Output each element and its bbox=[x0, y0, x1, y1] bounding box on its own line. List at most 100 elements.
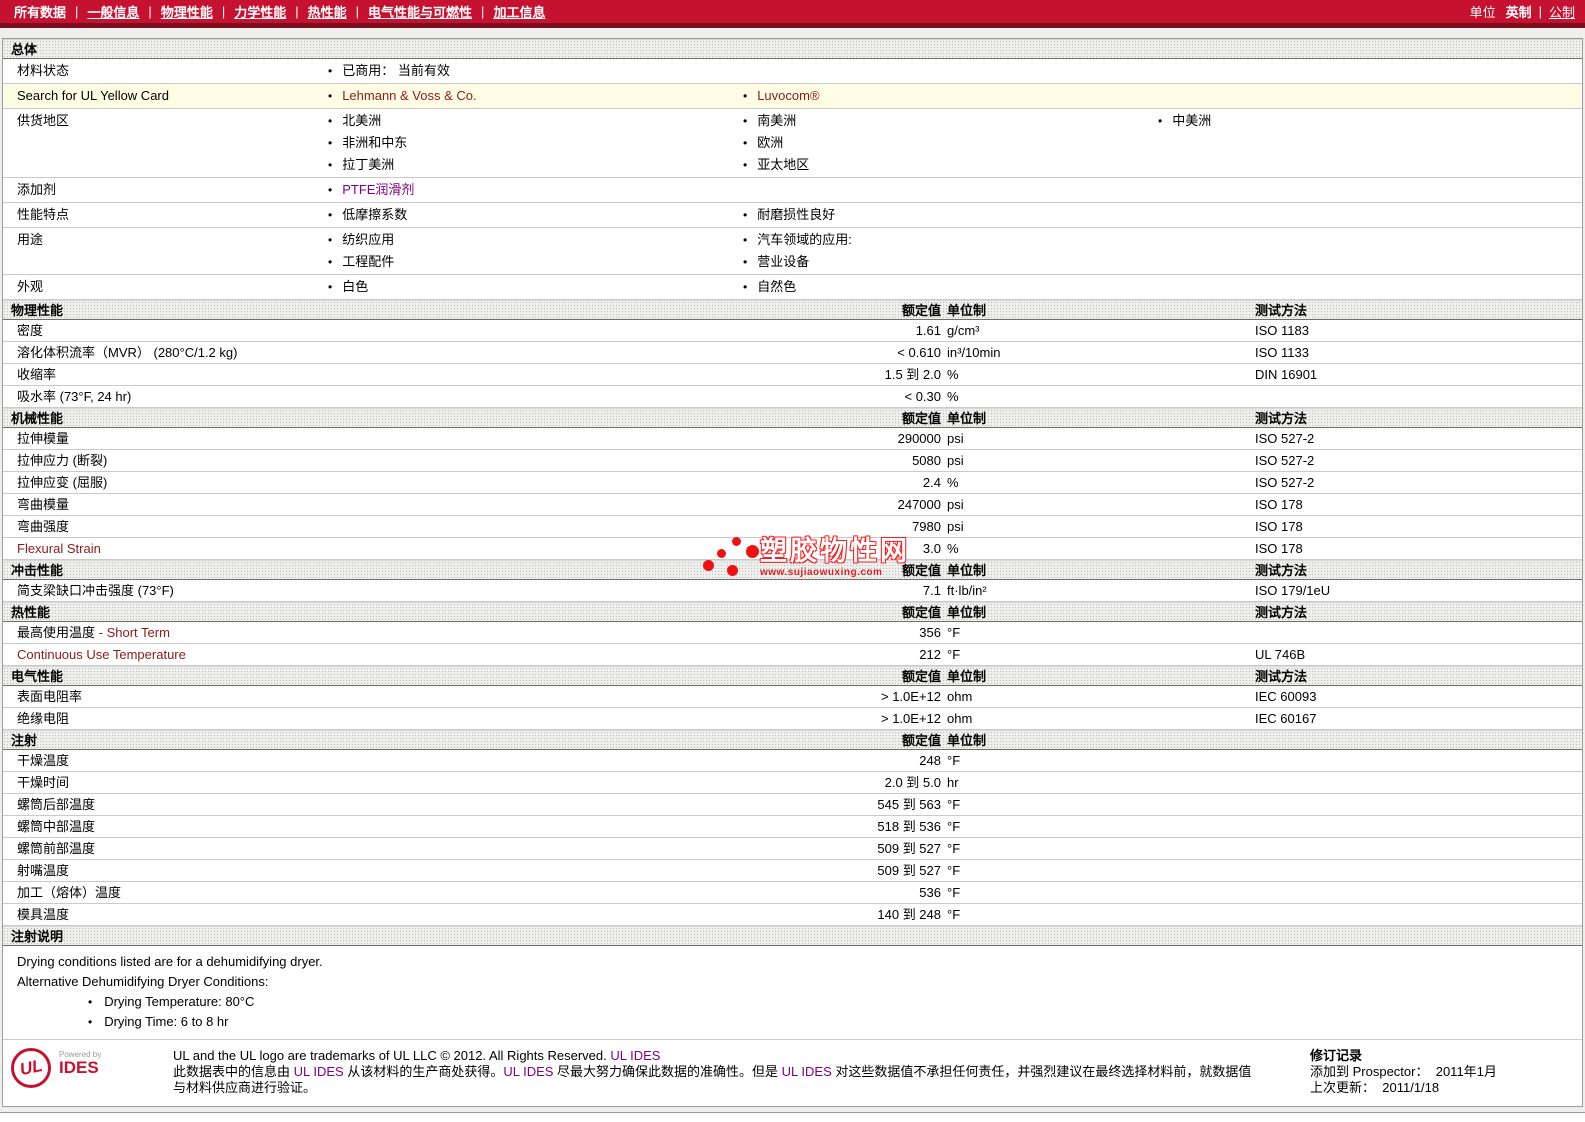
table-row: 材料状态 已商用： 当前有效 bbox=[3, 59, 1582, 84]
bullet-item: 拉丁美洲 bbox=[314, 154, 729, 176]
nav-tab-7[interactable]: 加工信息 bbox=[493, 2, 545, 21]
row-test-method: ISO 1133 bbox=[1255, 345, 1309, 360]
nav-tab-2[interactable]: 一般信息 bbox=[87, 2, 139, 21]
bullet-item: 非洲和中东 bbox=[314, 132, 729, 154]
row-label-text: 溶化体积流率（MVR） (280°C/1.2 kg) bbox=[17, 345, 238, 360]
bullet-item-link[interactable]: Lehmann & Voss & Co. bbox=[342, 88, 476, 103]
row-label: 密度 bbox=[3, 320, 753, 341]
row-unit: °F bbox=[947, 885, 961, 900]
row-unit: hr bbox=[947, 775, 959, 790]
row-test-method: ISO 527-2 bbox=[1255, 475, 1315, 490]
section-title: 总体 bbox=[11, 42, 38, 57]
bullet-item-text: 中美洲 bbox=[1172, 113, 1212, 128]
section-title: 机械性能 bbox=[11, 411, 64, 426]
row-test-method: ISO 1183 bbox=[1255, 323, 1309, 338]
row-value: > 1.0E+12 bbox=[881, 711, 941, 726]
column-header-value: 额定值 bbox=[901, 733, 941, 748]
row-value: 7.1 bbox=[922, 583, 941, 598]
row-label-untranslated: Continuous Use Temperature bbox=[17, 647, 186, 662]
bullet-item-link[interactable]: Luvocom® bbox=[757, 88, 819, 103]
row-label-text: 最高使用温度 bbox=[17, 625, 99, 640]
row-unit: ohm bbox=[947, 689, 973, 704]
footer-disclaimer: UL and the UL logo are trademarks of UL … bbox=[173, 1048, 1258, 1096]
ul-logo-text: UL bbox=[17, 1055, 44, 1080]
datasheet-table: 总体材料状态 已商用： 当前有效 Search for UL Yellow Card… bbox=[2, 38, 1583, 1107]
row-label-text: 密度 bbox=[17, 323, 44, 338]
row-test-method: ISO 527-2 bbox=[1255, 431, 1315, 446]
bullet-column-1: 纺织应用工程配件 bbox=[314, 229, 729, 273]
row-label: 螺筒中部温度 bbox=[3, 816, 753, 837]
row-value: < 0.30 bbox=[904, 389, 941, 404]
row-value: 509 到 527 bbox=[877, 863, 941, 878]
revision-title: 修订记录 bbox=[1310, 1048, 1363, 1063]
bullet-column-2: 南美洲欧洲亚太地区 bbox=[729, 110, 1144, 176]
row-test-method bbox=[1254, 794, 1582, 815]
row-unit: psi bbox=[947, 497, 964, 512]
column-header-value: 额定值 bbox=[901, 563, 941, 578]
row-label-text: 螺筒后部温度 bbox=[17, 797, 96, 812]
ul-ides-link[interactable]: UL IDES bbox=[503, 1064, 553, 1079]
nav-tab-6[interactable]: 电气性能与可燃性 bbox=[368, 2, 472, 21]
row-unit: psi bbox=[947, 519, 964, 534]
row-label-text: 收缩率 bbox=[17, 367, 57, 382]
nav-tabs: 所有数据 | 一般信息 | 物理性能 | 力学性能 | 热性能 | 电气性能与可燃性 | 加工信息 bbox=[14, 2, 545, 21]
bullet-column-3 bbox=[1144, 85, 1582, 107]
ad-bar: <广告> bbox=[0, 1112, 1585, 1122]
row-value: 509 到 527 bbox=[877, 841, 941, 856]
bullet-item-text: 耐磨损性良好 bbox=[757, 207, 836, 222]
footer-line1: UL and the UL logo are trademarks of UL … bbox=[173, 1048, 1258, 1064]
note-line: Drying conditions listed are for a dehum… bbox=[17, 954, 323, 969]
table-row: 加工（熔体）温度 536 °F bbox=[3, 882, 1582, 904]
bullet-item: 已商用： 当前有效 bbox=[314, 60, 729, 82]
row-label-text: 拉伸应力 (断裂) bbox=[17, 453, 108, 468]
table-row: 螺筒后部温度 545 到 563 °F bbox=[3, 794, 1582, 816]
bullet-column-2 bbox=[729, 179, 1144, 201]
ul-ides-link[interactable]: UL IDES bbox=[610, 1048, 660, 1063]
column-header-method: 测试方法 bbox=[1255, 563, 1308, 578]
ul-logo-icon: UL bbox=[11, 1048, 51, 1088]
bullet-column-2: 耐磨损性良好 bbox=[729, 204, 1144, 226]
row-label-text: 简支梁缺口冲击强度 (73°F) bbox=[17, 583, 174, 598]
unit-metric-link[interactable]: 公制 bbox=[1549, 2, 1575, 21]
row-value: 140 到 248 bbox=[877, 907, 941, 922]
row-unit: ohm bbox=[947, 711, 973, 726]
column-header-method: 测试方法 bbox=[1255, 303, 1308, 318]
row-label-text: 干燥温度 bbox=[17, 753, 70, 768]
revision-added-value: 2011年1月 bbox=[1435, 1064, 1497, 1079]
row-label: 干燥时间 bbox=[3, 772, 753, 793]
bullet-item-link[interactable]: PTFE润滑剂 bbox=[342, 182, 414, 197]
bullet-column-3 bbox=[1144, 229, 1582, 273]
row-test-method bbox=[1254, 622, 1582, 643]
row-value: 356 bbox=[919, 625, 941, 640]
ul-ides-link[interactable]: UL IDES bbox=[294, 1064, 344, 1079]
bullet-item: 中美洲 bbox=[1144, 110, 1582, 132]
row-label: 吸水率 (73°F, 24 hr) bbox=[3, 386, 753, 407]
section-header: 总体 bbox=[3, 39, 1582, 59]
column-header-unit: 单位制 bbox=[947, 733, 987, 748]
row-label: Continuous Use Temperature bbox=[3, 644, 753, 665]
ul-ides-link[interactable]: UL IDES bbox=[782, 1064, 832, 1079]
nav-tab-1[interactable]: 所有数据 bbox=[14, 2, 66, 21]
row-unit: °F bbox=[947, 841, 961, 856]
column-header-method: 测试方法 bbox=[1255, 605, 1308, 620]
table-row: 模具温度 140 到 248 °F bbox=[3, 904, 1582, 926]
nav-tab-4[interactable]: 力学性能 bbox=[234, 2, 286, 21]
footer-text-part: 此数据表中的信息由 bbox=[173, 1064, 294, 1079]
row-label: 模具温度 bbox=[3, 904, 753, 925]
note-bullet-item: Drying Temperature: 80°C bbox=[3, 992, 1582, 1012]
bullet-column-1: 北美洲非洲和中东拉丁美洲 bbox=[314, 110, 729, 176]
notes-section: Drying conditions listed are for a dehum… bbox=[3, 946, 1582, 1039]
nav-tab-3[interactable]: 物理性能 bbox=[161, 2, 213, 21]
row-label-text: 模具温度 bbox=[17, 907, 70, 922]
row-unit: °F bbox=[947, 753, 961, 768]
table-row: 添加剂 PTFE润滑剂 bbox=[3, 178, 1582, 203]
row-unit: % bbox=[947, 541, 959, 556]
row-label-text: 拉伸模量 bbox=[17, 431, 70, 446]
row-label: 性能特点 bbox=[17, 207, 70, 222]
nav-tab-5[interactable]: 热性能 bbox=[308, 2, 347, 21]
row-value: 2.0 到 5.0 bbox=[884, 775, 941, 790]
row-test-method bbox=[1254, 860, 1582, 881]
bullet-item-text: 南美洲 bbox=[757, 113, 797, 128]
table-row: 最高使用温度 - Short Term 356 °F bbox=[3, 622, 1582, 644]
table-row: 外观 白色 自然色 bbox=[3, 275, 1582, 300]
